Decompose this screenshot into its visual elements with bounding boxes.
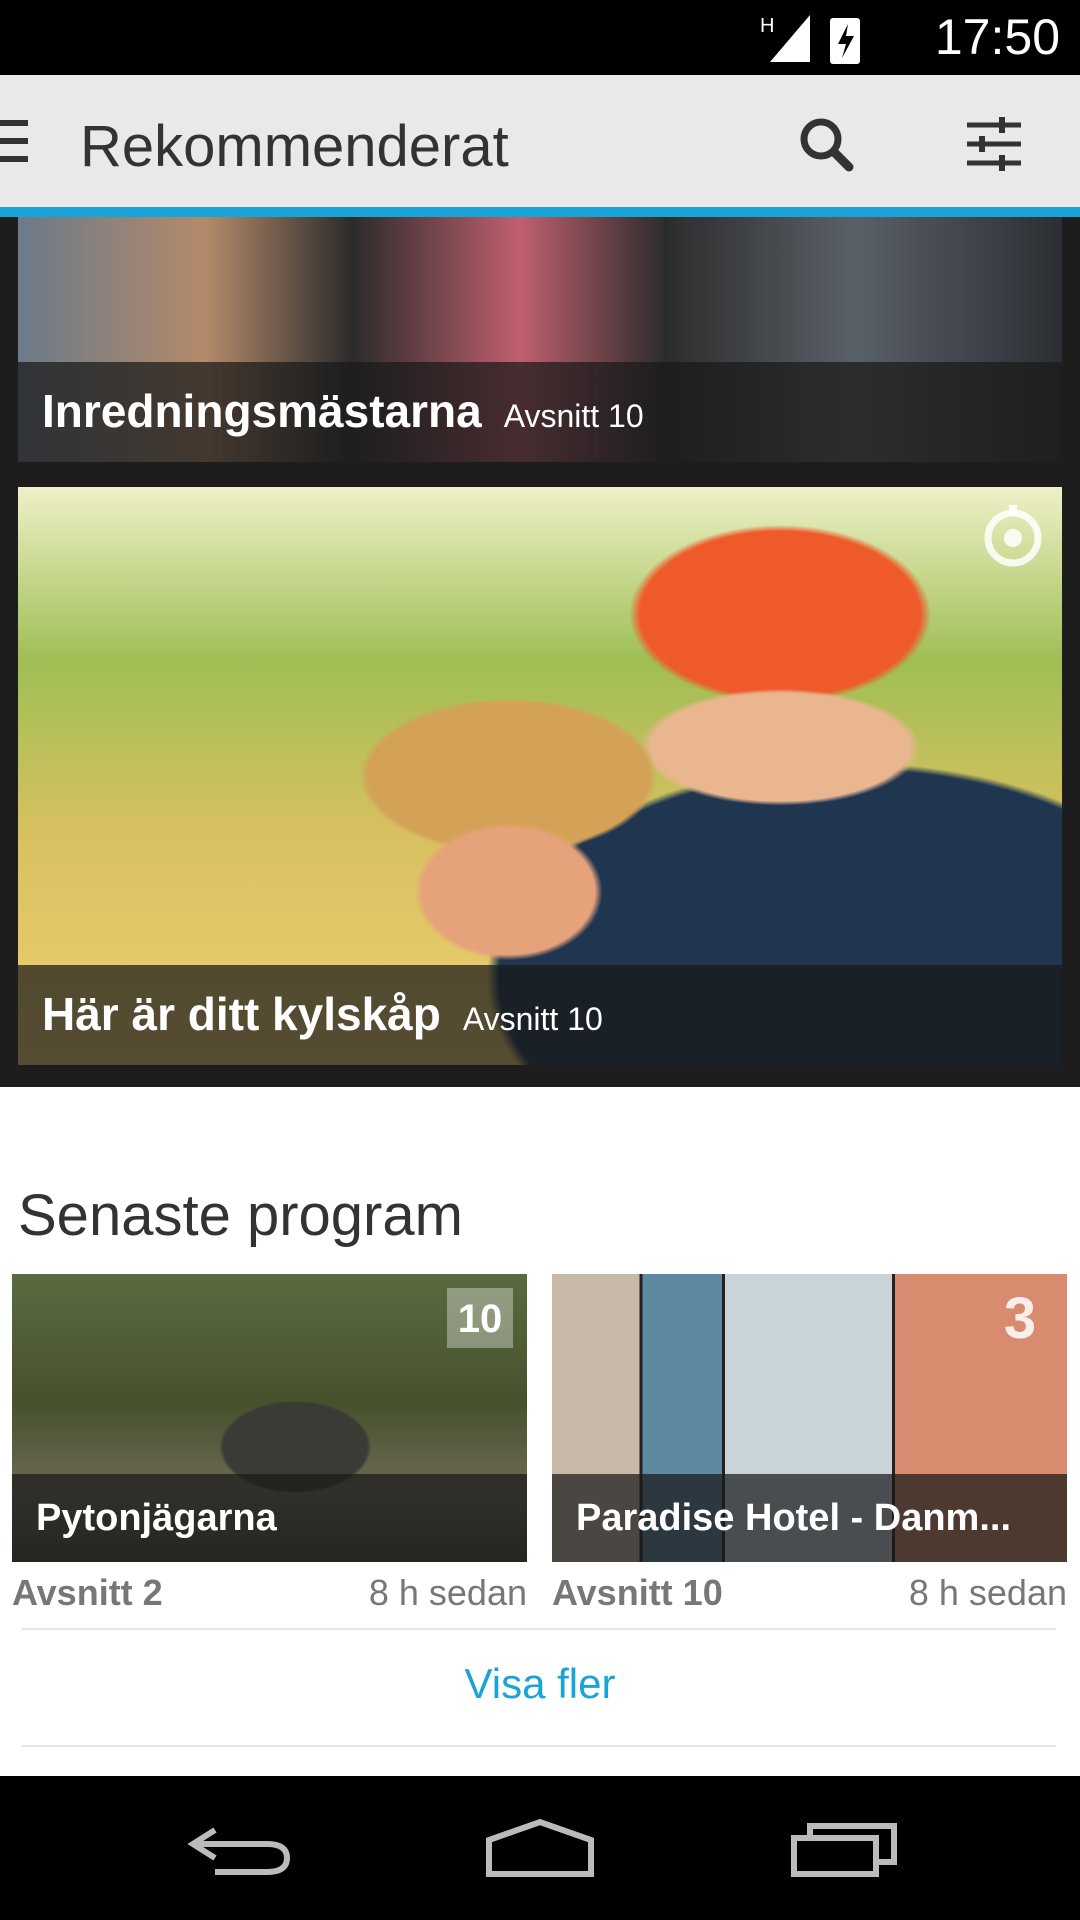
program-age: 8 h sedan [368,1572,527,1613]
featured-carousel: Inredningsmästarna Avsnitt 10 Här är ditt… [0,217,1080,1087]
featured-card[interactable]: Inredningsmästarna Avsnitt 10 [18,217,1062,462]
back-icon[interactable] [185,1818,295,1878]
recents-icon[interactable] [790,1818,900,1878]
program-card[interactable]: 10 Pytonjägarna Avsnitt 2 8 h sedan [12,1274,527,1614]
program-card[interactable]: 3 Paradise Hotel - Danm... Avsnitt 10 8 … [552,1274,1067,1614]
program-thumbnail: 10 Pytonjägarna [12,1274,527,1562]
search-icon[interactable] [795,113,857,175]
tune-icon[interactable] [963,113,1025,175]
channel-logo-icon: 10 [447,1288,513,1348]
section-title: Senaste program [18,1183,463,1248]
menu-icon[interactable] [0,120,30,162]
program-title: Paradise Hotel - Danm... [576,1497,1012,1539]
featured-card[interactable]: Här är ditt kylskåp Avsnitt 10 [18,487,1062,1065]
card-episode: Avsnitt 10 [503,398,644,434]
card-episode: Avsnitt 10 [462,1001,603,1037]
program-title: Pytonjägarna [36,1497,277,1539]
program-meta: Avsnitt 2 8 h sedan [12,1562,527,1614]
divider [22,1628,1056,1630]
app-bar: Rekommenderat [0,75,1080,217]
page-title: Rekommenderat [80,114,509,179]
navigation-bar [0,1776,1080,1920]
card-title: Inredningsmästarna Avsnitt 10 [42,384,644,438]
signal-icon: H [760,15,860,64]
program-age: 8 h sedan [908,1572,1067,1613]
svg-text:10: 10 [458,1297,503,1341]
program-thumbnail: 3 Paradise Hotel - Danm... [552,1274,1067,1562]
network-type-label: H [760,15,774,37]
channel-ring-icon [984,505,1042,567]
program-episode: Avsnitt 2 [12,1572,163,1613]
program-episode: Avsnitt 10 [552,1572,723,1613]
program-meta: Avsnitt 10 8 h sedan [552,1562,1067,1614]
divider [22,1745,1056,1747]
show-more-link[interactable]: Visa fler [0,1660,1080,1708]
card-title-text: Här är ditt kylskåp [42,988,441,1040]
status-time: 17:50 [934,9,1060,65]
home-icon[interactable] [485,1818,595,1878]
card-title: Här är ditt kylskåp Avsnitt 10 [42,987,603,1041]
card-title-text: Inredningsmästarna [42,385,482,437]
channel-logo-icon: 3 [1004,1288,1036,1348]
svg-text:3: 3 [1004,1288,1036,1348]
status-bar: H 17:50 [0,0,1080,75]
